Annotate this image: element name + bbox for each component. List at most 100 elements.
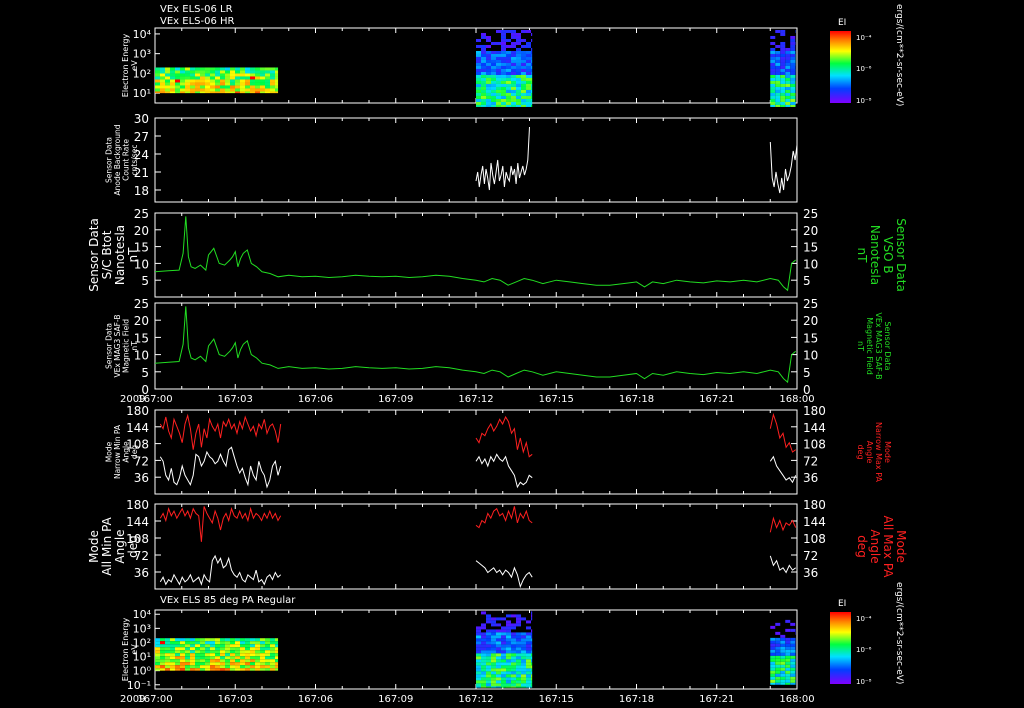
heatmap-cell bbox=[160, 70, 165, 74]
heatmap-cell bbox=[496, 104, 501, 107]
heatmap-cell bbox=[180, 653, 185, 657]
heatmap-cell bbox=[265, 88, 270, 92]
heatmap-cell bbox=[516, 59, 521, 63]
heatmap-cell bbox=[476, 662, 481, 666]
heatmap-cell bbox=[775, 679, 781, 683]
heatmap-cell bbox=[770, 679, 776, 683]
heatmap-cell bbox=[155, 656, 160, 660]
heatmap-cell bbox=[481, 56, 486, 60]
heatmap-cell bbox=[501, 632, 506, 636]
heatmap-cell bbox=[516, 104, 521, 107]
heatmap-cell bbox=[785, 59, 791, 63]
heatmap-cell bbox=[170, 665, 175, 669]
heatmap-cell bbox=[521, 650, 526, 654]
heatmap-cell bbox=[185, 662, 190, 666]
heatmap-cell bbox=[785, 664, 791, 668]
heatmap-cell bbox=[511, 641, 516, 645]
heatmap-cell bbox=[775, 643, 781, 647]
heatmap-cell bbox=[165, 82, 170, 86]
heatmap-cell bbox=[185, 76, 190, 80]
heatmap-cell bbox=[526, 644, 531, 648]
y-tick-label: 36 bbox=[134, 566, 149, 580]
heatmap-cell bbox=[476, 95, 481, 99]
heatmap-cell bbox=[790, 640, 796, 644]
right-axis-label: Angle bbox=[868, 529, 882, 563]
heatmap-cell bbox=[511, 53, 516, 57]
heatmap-cell bbox=[185, 656, 190, 660]
heatmap-cell bbox=[160, 662, 165, 666]
heatmap-cell bbox=[506, 65, 511, 69]
heatmap-cell bbox=[516, 80, 521, 84]
heatmap-cell bbox=[255, 73, 260, 77]
heatmap-cell bbox=[270, 91, 275, 94]
y-tick-label: 108 bbox=[126, 438, 149, 452]
heatmap-cell bbox=[220, 73, 225, 77]
heatmap-cell bbox=[780, 59, 786, 63]
heatmap-cell bbox=[476, 686, 481, 688]
heatmap-cell bbox=[531, 632, 533, 636]
heatmap-cell bbox=[210, 73, 215, 77]
heatmap-cell bbox=[790, 53, 796, 57]
heatmap-cell bbox=[240, 82, 245, 86]
heatmap-cell bbox=[225, 88, 230, 92]
y-tick-label-right: 108 bbox=[803, 532, 826, 546]
heatmap-cell bbox=[531, 68, 533, 72]
heatmap-cell bbox=[491, 77, 496, 81]
heatmap-cell bbox=[195, 668, 200, 671]
heatmap-cell bbox=[240, 665, 245, 669]
heatmap-cell bbox=[511, 92, 516, 96]
y-tick-label: 15 bbox=[134, 241, 149, 255]
heatmap-cell bbox=[780, 658, 786, 662]
bottom-panel-title: VEx ELS 85 deg PA Regular bbox=[160, 595, 296, 606]
heatmap-cell bbox=[486, 686, 491, 688]
heatmap-cell bbox=[775, 676, 781, 680]
heatmap-cell bbox=[190, 662, 195, 666]
heatmap-cell bbox=[780, 68, 786, 72]
heatmap-cell bbox=[516, 77, 521, 81]
heatmap-cell bbox=[165, 653, 170, 657]
heatmap-cell bbox=[775, 637, 781, 641]
heatmap-cell bbox=[175, 73, 180, 77]
heatmap-cell bbox=[496, 662, 501, 666]
heatmap-cell bbox=[245, 85, 250, 89]
heatmap-cell bbox=[476, 653, 481, 657]
heatmap-cell bbox=[506, 50, 511, 54]
heatmap-cell bbox=[506, 680, 511, 684]
heatmap-cell bbox=[476, 50, 481, 54]
heatmap-cell bbox=[481, 95, 486, 99]
y-tick-label: 10³ bbox=[133, 622, 151, 635]
heatmap-cell bbox=[195, 85, 200, 89]
heatmap-cell bbox=[496, 74, 501, 78]
heatmap-cell bbox=[215, 659, 220, 663]
heatmap-cell bbox=[501, 29, 506, 33]
heatmap-cell bbox=[531, 641, 533, 645]
right-axis-label: deg bbox=[856, 444, 865, 459]
heatmap-cell bbox=[491, 62, 496, 66]
heatmap-cell bbox=[155, 650, 160, 654]
heatmap-cell bbox=[215, 653, 220, 657]
heatmap-cell bbox=[790, 679, 796, 683]
heatmap-cell bbox=[501, 674, 506, 678]
heatmap-cell bbox=[235, 650, 240, 654]
heatmap-cell bbox=[250, 650, 255, 654]
heatmap-cell bbox=[521, 686, 526, 688]
heatmap-cell bbox=[481, 659, 486, 663]
heatmap-cell bbox=[511, 44, 516, 48]
heatmap-cell bbox=[160, 665, 165, 669]
heatmap-cell bbox=[501, 668, 506, 672]
heatmap-cell bbox=[531, 617, 533, 621]
heatmap-cell bbox=[770, 65, 776, 69]
heatmap-cell bbox=[260, 641, 265, 645]
heatmap-cell bbox=[170, 67, 175, 71]
heatmap-cell bbox=[180, 650, 185, 654]
heatmap-cell bbox=[780, 652, 786, 656]
heatmap-cell bbox=[785, 655, 791, 659]
heatmap-cell bbox=[205, 67, 210, 71]
heatmap-cell bbox=[235, 82, 240, 86]
right-axis-label: All Max PA bbox=[881, 516, 895, 579]
heatmap-cell bbox=[491, 68, 496, 72]
heatmap-cell bbox=[785, 71, 791, 75]
heatmap-cell bbox=[486, 95, 491, 99]
heatmap-cell bbox=[265, 79, 270, 83]
heatmap-cell bbox=[506, 665, 511, 669]
